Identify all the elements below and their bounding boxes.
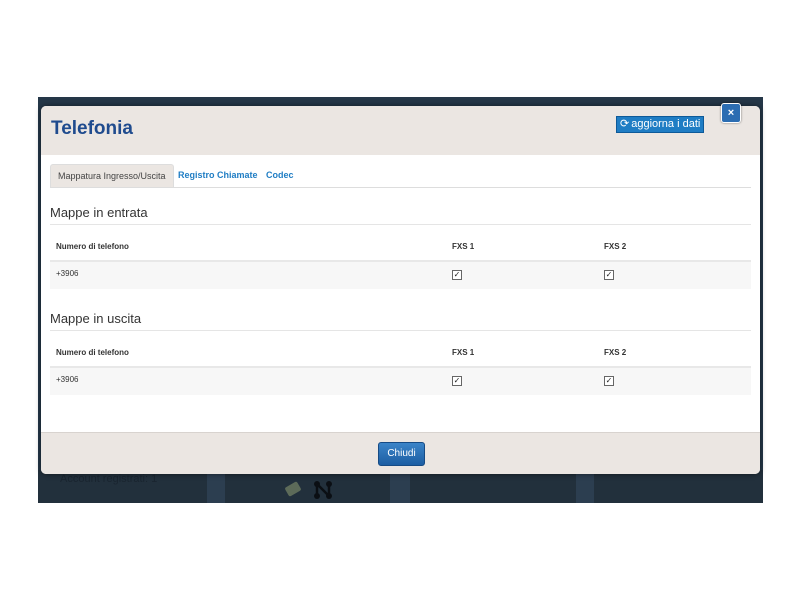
dialog-header: Telefonia ⟳ aggiorna i dati bbox=[41, 106, 760, 155]
account-registered-text: Account registrati: 1 bbox=[60, 473, 158, 485]
column-fxs1: FXS 1 bbox=[452, 242, 475, 251]
fxs1-checkbox[interactable]: ✓ bbox=[452, 376, 462, 386]
table-row: +3906 ✓ ✓ bbox=[50, 368, 751, 395]
tab-mapping[interactable]: Mappatura Ingresso/Uscita bbox=[50, 164, 174, 187]
column-fxs2: FXS 2 bbox=[604, 242, 627, 251]
tab-bar: Mappatura Ingresso/Uscita Registro Chiam… bbox=[50, 164, 751, 188]
fxs2-checkbox[interactable]: ✓ bbox=[604, 270, 614, 280]
refresh-icon: ⟳ bbox=[620, 118, 630, 130]
app-column-divider bbox=[576, 470, 594, 503]
app-column-divider bbox=[390, 470, 410, 503]
fxs1-checkbox[interactable]: ✓ bbox=[452, 270, 462, 280]
dialog-footer: Chiudi bbox=[41, 432, 760, 474]
column-phone-number: Numero di telefono bbox=[56, 348, 129, 357]
table-header: Numero di telefono FXS 1 FXS 2 bbox=[50, 340, 751, 368]
phone-number-cell: +3906 bbox=[56, 375, 79, 384]
divider bbox=[50, 224, 751, 225]
divider bbox=[50, 330, 751, 331]
network-icon bbox=[314, 481, 332, 499]
tab-codec[interactable]: Codec bbox=[259, 164, 301, 186]
outbound-table: Numero di telefono FXS 1 FXS 2 +3906 ✓ ✓ bbox=[50, 340, 751, 395]
app-column-divider bbox=[207, 470, 225, 503]
fxs2-checkbox[interactable]: ✓ bbox=[604, 376, 614, 386]
column-fxs2: FXS 2 bbox=[604, 348, 627, 357]
close-icon[interactable]: × bbox=[721, 103, 741, 123]
dialog-title: Telefonia bbox=[51, 118, 133, 139]
refresh-label: aggiorna i dati bbox=[631, 118, 701, 130]
outbound-section-title: Mappe in uscita bbox=[50, 311, 142, 326]
tab-call-log[interactable]: Registro Chiamate bbox=[171, 164, 265, 186]
telefonia-dialog: Telefonia ⟳ aggiorna i dati Mappatura Ing… bbox=[41, 106, 760, 474]
table-header: Numero di telefono FXS 1 FXS 2 bbox=[50, 234, 751, 262]
column-phone-number: Numero di telefono bbox=[56, 242, 129, 251]
phone-number-cell: +3906 bbox=[56, 269, 79, 278]
inbound-section-title: Mappe in entrata bbox=[50, 205, 148, 220]
close-button[interactable]: Chiudi bbox=[378, 442, 425, 466]
table-row: +3906 ✓ ✓ bbox=[50, 262, 751, 289]
refresh-data-button[interactable]: ⟳ aggiorna i dati bbox=[616, 116, 705, 133]
column-fxs1: FXS 1 bbox=[452, 348, 475, 357]
inbound-table: Numero di telefono FXS 1 FXS 2 +3906 ✓ ✓ bbox=[50, 234, 751, 289]
